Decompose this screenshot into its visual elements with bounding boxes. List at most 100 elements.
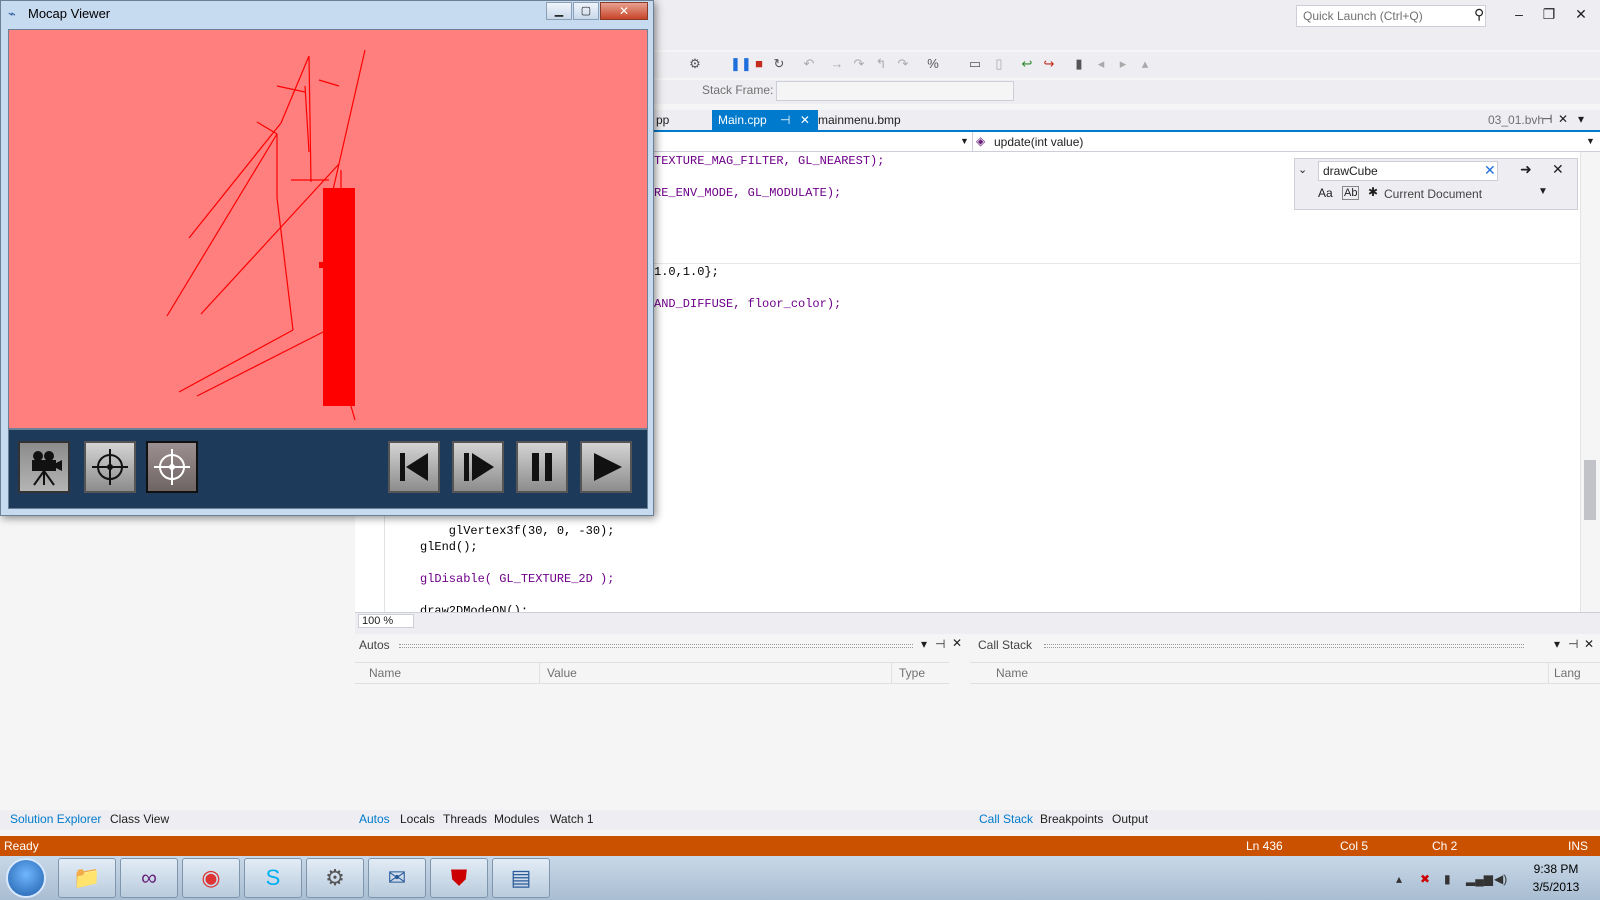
chevron-down-icon[interactable]: ▼ (960, 136, 969, 146)
clear-bookmark-icon[interactable]: ▴ (1136, 55, 1154, 73)
find-next-icon[interactable]: ➜ (1520, 161, 1532, 178)
chevron-down-icon[interactable]: ▾ (1578, 112, 1584, 126)
tab-watch-1[interactable]: Watch 1 (550, 812, 594, 826)
chevron-down-icon[interactable]: ⌄ (1298, 163, 1307, 176)
next-bookmark-icon[interactable]: ▸ (1114, 55, 1132, 73)
clock-time[interactable]: 9:38 PM (1526, 862, 1586, 876)
tab-solution-explorer[interactable]: Solution Explorer (10, 812, 101, 826)
process-icon[interactable]: ⚙ (686, 55, 704, 73)
tab-autos[interactable]: Autos (359, 812, 390, 826)
tab-mainmenu-bmp[interactable]: mainmenu.bmp (812, 110, 907, 130)
tab-class-view[interactable]: Class View (110, 812, 169, 826)
show-hidden-icons-icon[interactable]: ▴ (1396, 872, 1402, 886)
stop-icon[interactable]: ■ (750, 55, 768, 73)
match-word-toggle[interactable]: Ab (1342, 186, 1360, 200)
column-header[interactable]: Name (996, 666, 1028, 680)
play-button[interactable] (580, 441, 632, 493)
column-separator[interactable] (891, 662, 892, 684)
copy-icon[interactable]: ▯ (990, 55, 1008, 73)
chevron-down-icon[interactable]: ▼ (1586, 136, 1595, 146)
acrobat-icon[interactable]: ⛊ (430, 858, 488, 898)
show-next-icon[interactable]: ↶ (800, 55, 818, 73)
column-separator[interactable] (1548, 662, 1549, 684)
previous-frame-button[interactable] (388, 441, 440, 493)
restart-icon[interactable]: ↻ (770, 55, 788, 73)
tab-threads[interactable]: Threads (443, 812, 487, 826)
regex-icon[interactable]: ✱ (1368, 185, 1378, 199)
prev-bookmark-icon[interactable]: ◂ (1092, 55, 1110, 73)
minimize-button[interactable]: ▁ (546, 2, 572, 20)
chrome-icon[interactable]: ◉ (182, 858, 240, 898)
quick-launch-input[interactable]: Quick Launch (Ctrl+Q) (1296, 5, 1486, 27)
start-button[interactable] (6, 858, 46, 898)
signal-icon[interactable]: ▂▄▆ (1466, 872, 1493, 886)
explorer-icon[interactable]: 📁 (58, 858, 116, 898)
step-out-icon[interactable]: ↰ (872, 55, 890, 73)
pin-icon[interactable]: ⊣ (1542, 112, 1552, 126)
search-icon[interactable]: ⚲ (1474, 6, 1484, 23)
stack-frame-combo[interactable] (776, 81, 1014, 101)
pin-icon[interactable]: ⊣ (1568, 637, 1578, 651)
column-header[interactable]: Value (547, 666, 577, 680)
next-frame-button[interactable] (452, 441, 504, 493)
bookmark-icon[interactable]: ▮ (1070, 55, 1088, 73)
match-case-toggle[interactable]: Aa (1318, 186, 1333, 200)
column-header[interactable]: Name (369, 666, 401, 680)
close-icon[interactable]: ✕ (1552, 161, 1564, 178)
pause-icon[interactable]: ❚❚ (730, 55, 752, 73)
close-icon[interactable]: ✕ (1584, 637, 1594, 651)
restore-icon[interactable]: ❐ (1536, 4, 1562, 24)
tab-main-cpp[interactable]: Main.cpp ⊣ ✕ (712, 110, 818, 130)
column-header[interactable]: Type (899, 666, 925, 680)
chevron-down-icon[interactable]: ▾ (921, 637, 927, 651)
editor-vertical-scrollbar[interactable] (1580, 152, 1600, 612)
breakpoint-toggle-icon[interactable]: % (924, 55, 942, 73)
battery-icon[interactable]: ▮ (1444, 872, 1451, 886)
speaker-icon[interactable]: ◀) (1494, 872, 1507, 886)
step-into-icon[interactable]: → (828, 55, 846, 73)
skype-icon[interactable]: S (244, 858, 302, 898)
nav-function-combo[interactable]: update(int value) (994, 135, 1083, 149)
tab-modules[interactable]: Modules (494, 812, 539, 826)
tab-call-stack[interactable]: Call Stack (979, 812, 1033, 826)
app-window-icon[interactable]: ▤ (492, 858, 550, 898)
close-button[interactable]: ✕ (600, 2, 648, 20)
tab-breakpoints[interactable]: Breakpoints (1040, 812, 1103, 826)
close-icon[interactable]: ✕ (1568, 4, 1594, 24)
chevron-down-icon[interactable]: ▼ (1538, 186, 1548, 197)
step-over-icon[interactable]: ↷ (850, 55, 868, 73)
settings-gear-icon[interactable]: ⚙ (306, 858, 364, 898)
window-icon[interactable]: ▭ (966, 55, 984, 73)
3d-viewport[interactable] (8, 29, 648, 429)
uncomment-icon[interactable]: ↪ (1040, 55, 1058, 73)
maximize-button[interactable]: ▢ (573, 2, 599, 20)
visual-studio-icon[interactable]: ∞ (120, 858, 178, 898)
comment-icon[interactable]: ↩ (1018, 55, 1036, 73)
column-separator[interactable] (539, 662, 540, 684)
redo-icon[interactable]: ↷ (894, 55, 912, 73)
zoom-combo[interactable]: 100 % (358, 614, 414, 628)
pause-button[interactable] (516, 441, 568, 493)
thunderbird-icon[interactable]: ✉ (368, 858, 426, 898)
tab-bvh[interactable]: 03_01.bvh (1482, 110, 1550, 130)
pin-icon[interactable]: ⊣ (780, 113, 790, 127)
find-scope-combo[interactable]: Current Document (1384, 187, 1482, 201)
target-follow-button[interactable] (146, 441, 198, 493)
camera-button[interactable] (18, 441, 70, 493)
clock-date[interactable]: 3/5/2013 (1526, 880, 1586, 894)
close-icon[interactable]: ✕ (1558, 112, 1568, 126)
find-input[interactable]: drawCube (1318, 161, 1498, 181)
tab-locals[interactable]: Locals (400, 812, 435, 826)
pin-icon[interactable]: ⊣ (935, 637, 945, 651)
close-icon[interactable]: ✕ (952, 636, 962, 650)
column-header[interactable]: Lang (1554, 666, 1581, 680)
chevron-down-icon[interactable]: ▾ (1554, 637, 1560, 651)
clear-icon[interactable]: ✕ (1484, 162, 1496, 179)
close-icon[interactable]: ✕ (800, 113, 810, 127)
minimize-icon[interactable]: – (1506, 4, 1532, 24)
code-line: 1.0,1.0}; (654, 265, 719, 279)
scrollbar-thumb[interactable] (1584, 460, 1596, 520)
target-button[interactable] (84, 441, 136, 493)
tab-output[interactable]: Output (1112, 812, 1148, 826)
network-warning-icon[interactable]: ✖ (1420, 872, 1430, 886)
